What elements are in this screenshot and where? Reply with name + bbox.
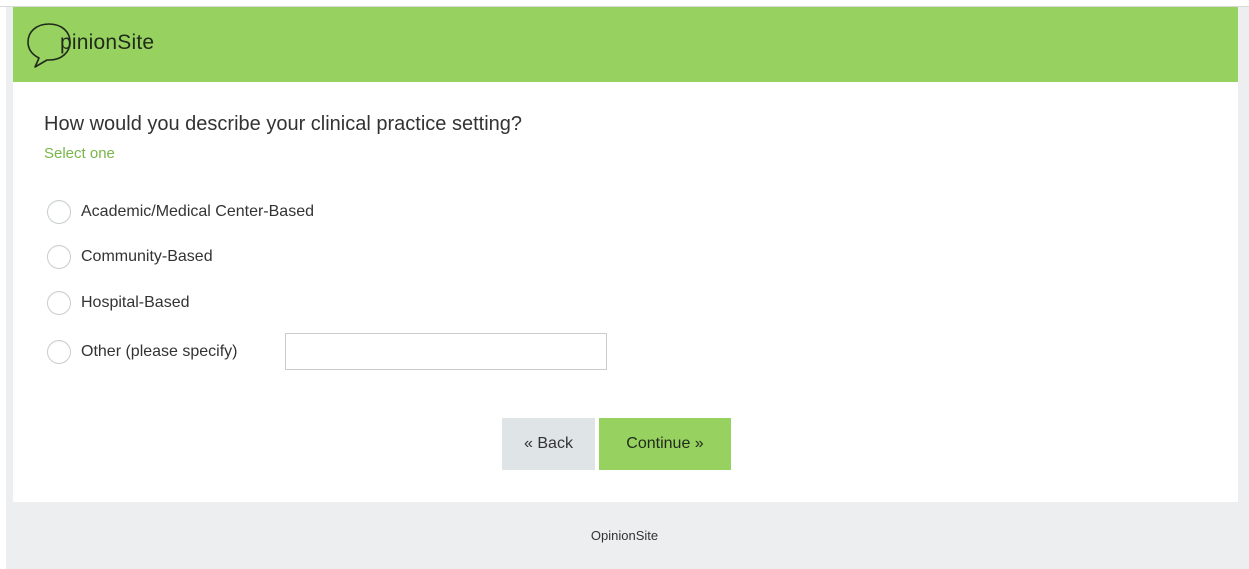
option-academic-medical-center[interactable]: Academic/Medical Center-Based [47,200,314,224]
speech-bubble-o-icon [25,20,73,70]
option-label[interactable]: Other (please specify) [81,343,238,361]
option-label[interactable]: Academic/Medical Center-Based [81,203,314,221]
option-other[interactable]: Other (please specify) [47,340,238,364]
question-text: How would you describe your clinical pra… [44,113,523,135]
radio-button[interactable] [47,291,71,315]
option-hospital-based[interactable]: Hospital-Based [47,291,190,315]
option-label[interactable]: Community-Based [81,248,213,266]
radio-button[interactable] [47,200,71,224]
option-community-based[interactable]: Community-Based [47,245,213,269]
radio-button[interactable] [47,340,71,364]
radio-button[interactable] [47,245,71,269]
footer-text: OpinionSite [590,528,659,543]
option-label[interactable]: Hospital-Based [81,294,190,312]
other-specify-input[interactable] [285,333,607,370]
survey-card: pinionSite How would you describe your c… [13,7,1238,502]
site-logo[interactable]: pinionSite [25,20,154,70]
continue-button[interactable]: Continue » [599,418,731,470]
question-instruction: Select one [44,145,115,162]
back-button[interactable]: « Back [502,418,595,470]
logo-text: pinionSite [60,31,155,54]
window-top-edge [0,0,1249,7]
site-header: pinionSite [13,7,1238,82]
